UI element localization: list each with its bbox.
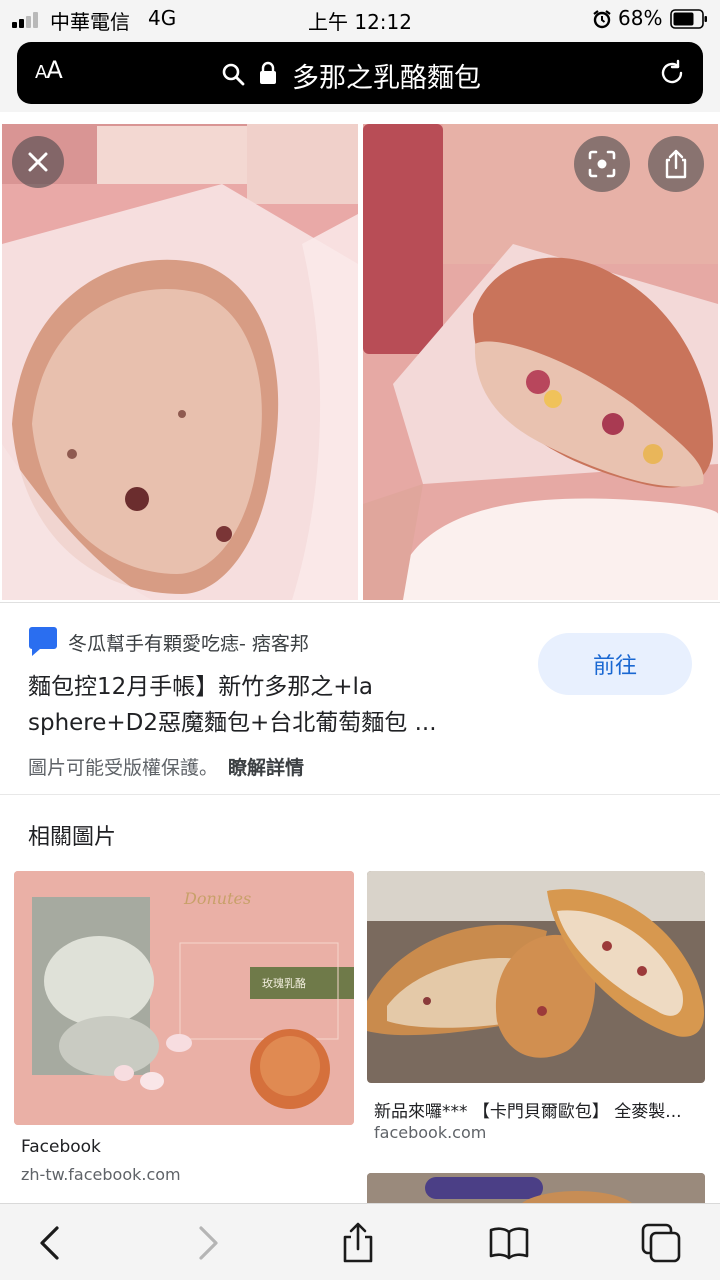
browser-chrome: AA 多那之乳酪麵包 [0,40,720,112]
related-card-label[interactable]: Facebook [21,1137,101,1157]
learn-more-link[interactable]: 瞭解詳情 [228,757,304,779]
related-card-label[interactable]: 新品來囉*** 【卡門貝爾歐包】 全麥製... [374,1097,682,1122]
result-info: 冬瓜幫手有顆愛吃痣- 痞客邦 麵包控12月手帳】新竹多那之+la sphere+… [0,602,720,792]
status-bar: 中華電信 4G 上午 12:12 68% [0,0,720,40]
bread-photo-left[interactable] [2,124,358,600]
related-thumbnail[interactable]: Donutes 玫瑰乳酪 [14,871,354,1125]
pixnet-site-icon [29,627,57,656]
related-card-domain: zh-tw.facebook.com [21,1165,181,1184]
search-icon [222,63,245,86]
lens-icon [588,150,616,178]
share-icon [665,149,687,179]
share-image-button[interactable] [648,136,704,192]
related-thumbnail[interactable] [367,871,705,1083]
related-card[interactable]: Donutes 玫瑰乳酪 Facebook zh-tw.facebook.com [0,795,360,1195]
result-title[interactable]: 麵包控12月手帳】新竹多那之+la sphere+D2惡魔麵包+台北葡萄麵包 .… [28,669,508,741]
thumbnail-tag: 玫瑰乳酪 [262,977,306,990]
lock-icon [260,61,276,84]
bookmarks-icon[interactable] [488,1222,530,1264]
page: 中華電信 4G 上午 12:12 68% AA 多那之乳酪麵包 冬瓜幫手有顆愛吃… [0,0,720,1280]
related-card-domain: facebook.com [374,1123,487,1142]
battery-icon [670,9,707,29]
lens-search-button[interactable] [574,136,630,192]
address-bar[interactable]: AA 多那之乳酪麵包 [17,42,703,104]
close-icon [28,152,48,172]
back-icon[interactable] [30,1222,72,1264]
alarm-icon [593,10,611,29]
bottom-toolbar [0,1203,720,1280]
related-card[interactable]: 新品來囉*** 【卡門貝爾歐包】 全麥製... facebook.com [360,795,720,1213]
reload-icon[interactable] [657,58,687,88]
tabs-icon[interactable] [640,1222,682,1264]
image-viewer [0,112,720,602]
clock: 上午 12:12 [308,10,412,34]
source-site-name[interactable]: 冬瓜幫手有顆愛吃痣- 痞客邦 [68,629,309,656]
text-size-button[interactable]: AA [35,56,63,84]
battery-percent: 68% [618,6,663,30]
url-text[interactable]: 多那之乳酪麵包 [292,56,481,95]
visit-button[interactable]: 前往 [538,633,692,695]
thumbnail-title: Donutes [184,889,252,908]
forward-icon[interactable] [186,1222,228,1264]
bread-photo-right[interactable] [363,124,718,600]
share-icon[interactable] [337,1222,379,1264]
copyright-text: 圖片可能受版權保護。 [28,757,219,779]
copyright-notice: 圖片可能受版權保護。 瞭解詳情 [28,753,304,780]
related-images-section: 相關圖片 Donutes 玫瑰乳酪 Facebook zh-tw.faceboo… [0,794,720,1214]
close-button[interactable] [12,136,64,188]
